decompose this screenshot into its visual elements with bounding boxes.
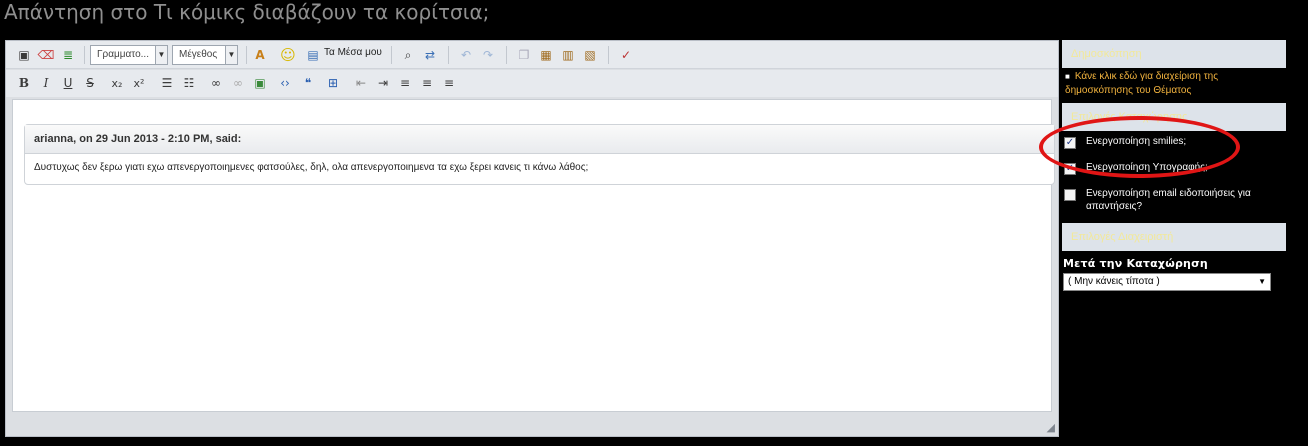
editor-toolbar-top: ▣ ⌫ ≣ Γραμματο... ▼ Μέγεθος ▼ A ☺ ▤ Τα Μέσ… (6, 41, 1058, 69)
poll-manage-link[interactable]: ■ Κάνε κλικ εδώ για διαχείριση της δημοσκ… (1062, 68, 1286, 100)
quote-block: arianna, on 29 Jun 2013 - 2:10 PM, said:… (24, 124, 1055, 185)
replace-icon[interactable]: ⇄ (421, 46, 439, 64)
image-icon[interactable]: ▣ (251, 74, 269, 92)
find-icon[interactable]: ⌕ (399, 46, 417, 64)
spoiler-icon[interactable]: ⊞ (324, 74, 342, 92)
align-right-icon[interactable]: ≡ (440, 74, 458, 92)
after-post-select[interactable]: ( Μην κάνεις τίποτα ) ▼ (1063, 273, 1271, 291)
highlight-circle (1039, 116, 1240, 178)
undo-icon[interactable]: ↶ (457, 46, 475, 64)
page-title: Απάντηση στο Τι κόμικς διαβάζουν τα κορί… (4, 0, 490, 24)
size-select[interactable]: Μέγεθος ▼ (172, 45, 238, 65)
code-icon[interactable]: ‹› (276, 74, 294, 92)
editor-toolbar-format: B I U S x₂ x² ☰ ☷ ∞ ∞ ▣ ‹› ❝ ⊞ ⇤ ⇥ ≡ ≡ ≡ (6, 70, 1058, 97)
outdent-icon[interactable]: ⇤ (352, 74, 370, 92)
paste-text-icon[interactable]: ≣ (59, 46, 77, 64)
superscript-icon[interactable]: x² (130, 74, 148, 92)
my-media-button[interactable]: Τα Μέσα μου (324, 47, 382, 58)
underline-icon[interactable]: U (59, 74, 77, 92)
quote-header: arianna, on 29 Jun 2013 - 2:10 PM, said: (25, 125, 1054, 154)
chevron-down-icon: ▼ (1258, 277, 1266, 286)
smiley-icon[interactable]: ☺ (279, 46, 297, 64)
paste-icon[interactable]: ▦ (537, 46, 555, 64)
unlink-icon[interactable]: ∞ (229, 74, 247, 92)
paste-plain-icon[interactable]: ▥ (559, 46, 577, 64)
eraser-icon[interactable]: ⌫ (37, 46, 55, 64)
paste-word-icon[interactable]: ▧ (581, 46, 599, 64)
bullet-list-icon[interactable]: ☰ (158, 74, 176, 92)
align-center-icon[interactable]: ≡ (418, 74, 436, 92)
redo-icon[interactable]: ↷ (479, 46, 497, 64)
indent-icon[interactable]: ⇥ (374, 74, 392, 92)
bullet-icon: ■ (1065, 72, 1070, 81)
bold-icon[interactable]: B (15, 74, 33, 92)
text-color-icon[interactable]: A (251, 46, 269, 64)
editor-content[interactable]: arianna, on 29 Jun 2013 - 2:10 PM, said:… (12, 99, 1055, 412)
editor-status-bar: ◢ (6, 414, 1058, 436)
quote-icon[interactable]: ❝ (299, 74, 317, 92)
strikethrough-icon[interactable]: S (81, 74, 99, 92)
quote-body: Δυστυχως δεν ξερω γιατι εχω απενεργοποιη… (34, 162, 589, 173)
option-email-notify[interactable]: Ενεργοποίηση email ειδοποιήσεις για απαν… (1062, 187, 1286, 223)
link-icon[interactable]: ∞ (207, 74, 225, 92)
align-left-icon[interactable]: ≡ (396, 74, 414, 92)
mod-options-header: Επιλογές Διαχειριστή (1062, 223, 1286, 251)
media-icon[interactable]: ▤ (304, 46, 322, 64)
spellcheck-icon[interactable]: ✓ (617, 46, 635, 64)
poll-header: Δημοσκόπηση (1062, 40, 1286, 68)
email-notify-checkbox[interactable] (1064, 189, 1076, 201)
rich-text-editor: ▣ ⌫ ≣ Γραμματο... ▼ Μέγεθος ▼ A ☺ ▤ Τα Μέσ… (5, 40, 1059, 437)
subscript-icon[interactable]: x₂ (108, 74, 126, 92)
copy-icon[interactable]: ❐ (515, 46, 533, 64)
source-icon[interactable]: ▣ (15, 46, 33, 64)
font-select[interactable]: Γραμματο... ▼ (90, 45, 168, 65)
numbered-list-icon[interactable]: ☷ (180, 74, 198, 92)
italic-icon[interactable]: I (37, 74, 55, 92)
resize-grip-icon[interactable]: ◢ (1047, 421, 1055, 434)
after-post-label: Μετά την Καταχώρηση (1063, 257, 1208, 270)
